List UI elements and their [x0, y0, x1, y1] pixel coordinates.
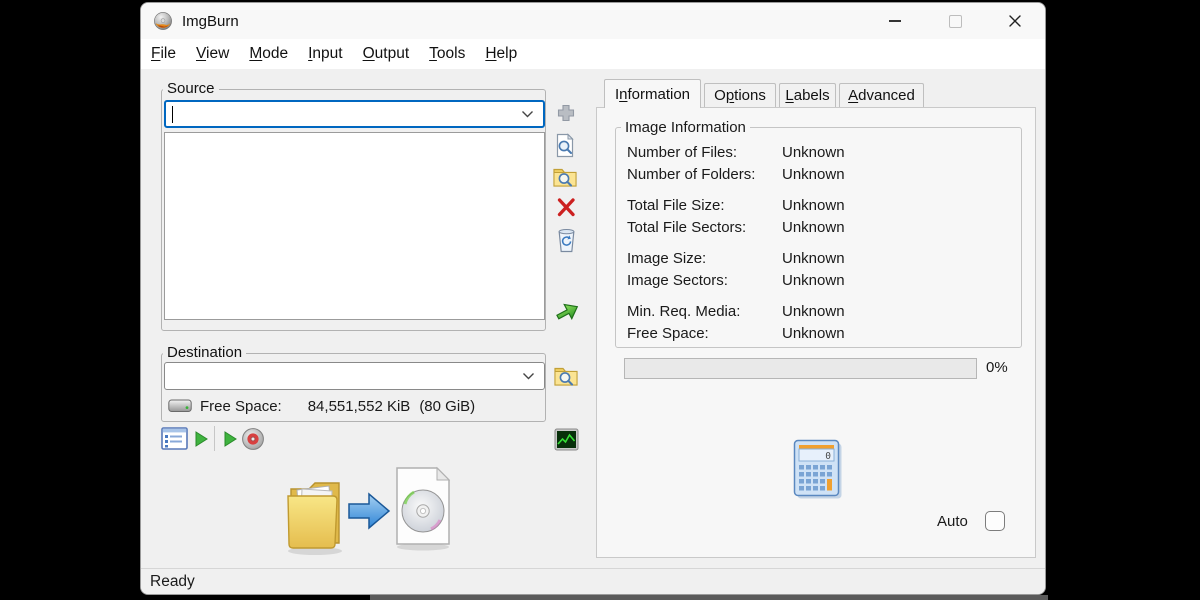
source-file-list[interactable]	[164, 132, 545, 320]
auto-label: Auto	[937, 513, 968, 530]
imgburn-window: ImgBurn File View Mode Input Output Tool…	[140, 2, 1046, 595]
source-group-label: Source	[163, 80, 219, 97]
menu-mode[interactable]: Mode	[239, 45, 298, 63]
window-controls	[865, 3, 1045, 39]
info-row: Total File Size:Unknown	[627, 194, 1015, 216]
image-information-rows: Number of Files:Unknown Number of Folder…	[627, 141, 1015, 344]
minimize-button[interactable]	[865, 3, 925, 39]
tab-labels[interactable]: Labels	[779, 83, 836, 107]
auto-checkbox[interactable]	[985, 511, 1005, 531]
menu-file[interactable]: File	[141, 45, 186, 63]
toolbar-separator	[214, 426, 215, 451]
maximize-button[interactable]	[925, 3, 985, 39]
import-green-arrow-icon	[551, 293, 579, 320]
device-buffer-button[interactable]	[553, 427, 580, 452]
calculate-button[interactable]: 0	[793, 439, 843, 500]
play-icon	[193, 430, 209, 448]
maximize-icon	[949, 15, 962, 28]
hard-drive-icon	[168, 399, 192, 413]
menu-tools[interactable]: Tools	[419, 45, 475, 63]
destination-group-label: Destination	[163, 344, 246, 361]
destination-browse-button[interactable]	[551, 359, 581, 391]
chevron-down-icon[interactable]	[521, 105, 534, 123]
disc-image-file-icon	[393, 466, 453, 552]
title-bar[interactable]: ImgBurn	[141, 3, 1045, 39]
destination-combobox[interactable]	[164, 362, 545, 390]
info-row: Min. Req. Media:Unknown	[627, 300, 1015, 322]
svg-text:0: 0	[825, 451, 831, 462]
status-text: Ready	[150, 573, 195, 591]
imgburn-logo-icon	[153, 11, 173, 31]
info-row: Image Sectors:Unknown	[627, 269, 1015, 291]
form-window-icon	[161, 427, 188, 450]
clear-list-button[interactable]	[555, 226, 578, 254]
file-search-icon	[553, 133, 577, 158]
calculator-icon: 0	[793, 439, 843, 500]
menu-input[interactable]: Input	[298, 45, 352, 63]
free-space-gib: (80 GiB)	[419, 398, 475, 415]
play-icon	[222, 430, 238, 448]
info-row: Total File Sectors:Unknown	[627, 216, 1015, 238]
write-start-button[interactable]	[221, 429, 239, 449]
progress-bar	[624, 358, 977, 379]
chevron-down-icon[interactable]	[522, 367, 535, 385]
menu-output[interactable]: Output	[353, 45, 420, 63]
free-space-row: Free Space: 84,551,552 KiB (80 GiB)	[168, 397, 475, 415]
info-row: Number of Folders:Unknown	[627, 163, 1015, 185]
auto-checkbox-row: Auto	[937, 511, 1005, 531]
remove-selected-button[interactable]	[554, 195, 578, 219]
disc-tool-button[interactable]	[240, 426, 266, 452]
build-start-button[interactable]	[192, 429, 210, 449]
minimize-icon	[889, 20, 901, 22]
image-information-group-box: Number of Files:Unknown Number of Folder…	[615, 127, 1022, 348]
status-bar: Ready	[141, 568, 1045, 594]
disc-layout-editor-button[interactable]	[550, 292, 580, 321]
tab-information[interactable]: Information	[604, 79, 701, 108]
menu-view[interactable]: View	[186, 45, 239, 63]
plus-icon	[555, 102, 577, 124]
add-files-button[interactable]	[554, 101, 578, 125]
tab-options[interactable]: Options	[704, 83, 776, 107]
recycle-bin-icon	[556, 227, 577, 253]
menu-bar: File View Mode Input Output Tools Help	[141, 39, 1045, 69]
progress-percent: 0%	[986, 359, 1008, 376]
folder-search-icon	[552, 164, 578, 189]
text-caret	[172, 106, 173, 123]
browse-for-file-button[interactable]	[552, 132, 578, 159]
tab-advanced[interactable]: Advanced	[839, 83, 924, 107]
arrow-right-icon	[347, 491, 391, 531]
source-combobox[interactable]	[164, 100, 545, 128]
activity-monitor-icon	[554, 428, 579, 451]
desktop-sliver	[370, 595, 1048, 600]
window-title: ImgBurn	[182, 13, 239, 30]
close-icon	[1008, 14, 1022, 28]
info-row: Number of Files:Unknown	[627, 141, 1015, 163]
delete-x-icon	[555, 196, 577, 218]
disc-red-icon	[241, 427, 265, 451]
menu-help[interactable]: Help	[475, 45, 527, 63]
info-row: Image Size:Unknown	[627, 247, 1015, 269]
information-tab-panel: Number of Files:Unknown Number of Folder…	[596, 107, 1036, 558]
image-information-label: Image Information	[621, 119, 750, 136]
settings-dialog-button[interactable]	[160, 426, 189, 451]
free-space-label: Free Space:	[200, 398, 282, 415]
folder-graphic-icon	[284, 469, 346, 557]
info-row: Free Space:Unknown	[627, 322, 1015, 344]
browse-for-folder-button[interactable]	[551, 163, 579, 190]
free-space-kib: 84,551,552 KiB	[308, 398, 411, 415]
close-button[interactable]	[985, 3, 1045, 39]
folder-search-icon	[553, 363, 579, 388]
